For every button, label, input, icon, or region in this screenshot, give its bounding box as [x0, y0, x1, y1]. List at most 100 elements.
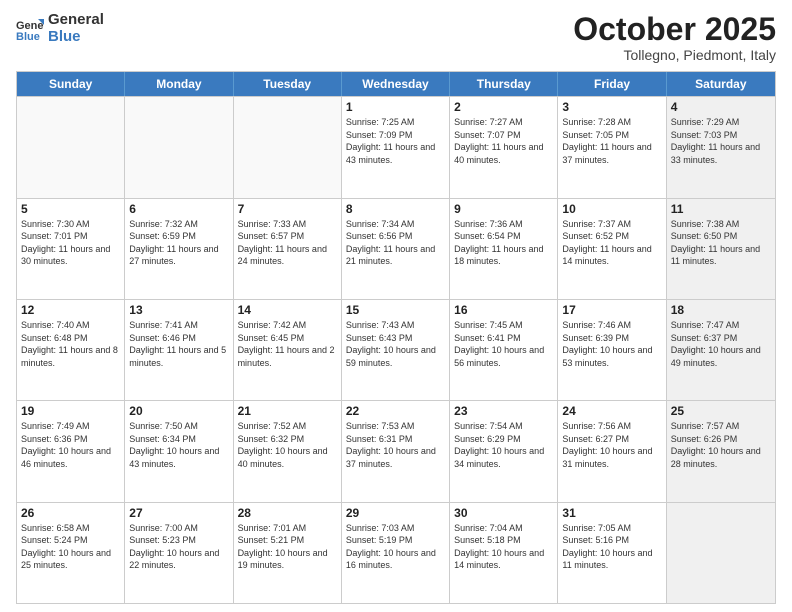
cal-cell-4: 4 Sunrise: 7:29 AM Sunset: 7:03 PM Daylig…	[667, 97, 775, 197]
day-info: Sunrise: 7:45 AM Sunset: 6:41 PM Dayligh…	[454, 319, 553, 369]
calendar-header: SundayMondayTuesdayWednesdayThursdayFrid…	[17, 72, 775, 96]
day-info: Sunrise: 7:46 AM Sunset: 6:39 PM Dayligh…	[562, 319, 661, 369]
cal-cell-13: 13 Sunrise: 7:41 AM Sunset: 6:46 PM Dayli…	[125, 300, 233, 400]
day-number: 12	[21, 303, 120, 317]
header: General Blue General Blue October 2025 T…	[16, 12, 776, 63]
day-number: 17	[562, 303, 661, 317]
logo-icon: General Blue	[16, 15, 44, 43]
logo: General Blue General Blue	[16, 12, 104, 45]
cal-cell-31: 31 Sunrise: 7:05 AM Sunset: 5:16 PM Dayli…	[558, 503, 666, 603]
day-info: Sunrise: 7:54 AM Sunset: 6:29 PM Dayligh…	[454, 420, 553, 470]
cal-cell-16: 16 Sunrise: 7:45 AM Sunset: 6:41 PM Dayli…	[450, 300, 558, 400]
cal-cell-22: 22Sunrise: 7:53 AM Sunset: 6:31 PM Dayli…	[342, 401, 450, 501]
day-number: 1	[346, 100, 445, 114]
cal-cell-14: 14 Sunrise: 7:42 AM Sunset: 6:45 PM Dayli…	[234, 300, 342, 400]
day-info: Sunrise: 7:30 AM Sunset: 7:01 PM Dayligh…	[21, 218, 120, 268]
title-block: October 2025 Tollegno, Piedmont, Italy	[573, 12, 776, 63]
cal-cell-6: 6 Sunrise: 7:32 AM Sunset: 6:59 PM Daylig…	[125, 199, 233, 299]
day-info: Sunrise: 7:33 AM Sunset: 6:57 PM Dayligh…	[238, 218, 337, 268]
day-info: Sunrise: 7:37 AM Sunset: 6:52 PM Dayligh…	[562, 218, 661, 268]
week-row-2: 5Sunrise: 7:30 AM Sunset: 7:01 PM Daylig…	[17, 198, 775, 299]
day-number: 9	[454, 202, 553, 216]
day-number: 28	[238, 506, 337, 520]
cal-cell-30: 30 Sunrise: 7:04 AM Sunset: 5:18 PM Dayli…	[450, 503, 558, 603]
day-info: Sunrise: 7:29 AM Sunset: 7:03 PM Dayligh…	[671, 116, 771, 166]
day-info: Sunrise: 7:47 AM Sunset: 6:37 PM Dayligh…	[671, 319, 771, 369]
day-number: 15	[346, 303, 445, 317]
day-number: 14	[238, 303, 337, 317]
cal-cell-24: 24 Sunrise: 7:56 AM Sunset: 6:27 PM Dayli…	[558, 401, 666, 501]
cal-cell-10: 10Sunrise: 7:37 AM Sunset: 6:52 PM Dayli…	[558, 199, 666, 299]
day-info: Sunrise: 7:27 AM Sunset: 7:07 PM Dayligh…	[454, 116, 553, 166]
day-number: 20	[129, 404, 228, 418]
day-number: 2	[454, 100, 553, 114]
day-info: Sunrise: 7:00 AM Sunset: 5:23 PM Dayligh…	[129, 522, 228, 572]
cal-cell-27: 27 Sunrise: 7:00 AM Sunset: 5:23 PM Dayli…	[125, 503, 233, 603]
day-number: 18	[671, 303, 771, 317]
cal-cell-1: 1 Sunrise: 7:25 AM Sunset: 7:09 PM Daylig…	[342, 97, 450, 197]
day-number: 19	[21, 404, 120, 418]
header-day-monday: Monday	[125, 72, 233, 96]
cal-cell-12: 12 Sunrise: 7:40 AM Sunset: 6:48 PM Dayli…	[17, 300, 125, 400]
day-number: 24	[562, 404, 661, 418]
header-day-thursday: Thursday	[450, 72, 558, 96]
day-info: Sunrise: 7:05 AM Sunset: 5:16 PM Dayligh…	[562, 522, 661, 572]
day-info: Sunrise: 7:56 AM Sunset: 6:27 PM Dayligh…	[562, 420, 661, 470]
day-number: 11	[671, 202, 771, 216]
cal-cell-8: 8Sunrise: 7:34 AM Sunset: 6:56 PM Daylig…	[342, 199, 450, 299]
logo-general: General	[48, 12, 104, 29]
day-info: Sunrise: 6:58 AM Sunset: 5:24 PM Dayligh…	[21, 522, 120, 572]
day-info: Sunrise: 7:52 AM Sunset: 6:32 PM Dayligh…	[238, 420, 337, 470]
month-title: October 2025	[573, 12, 776, 47]
day-info: Sunrise: 7:40 AM Sunset: 6:48 PM Dayligh…	[21, 319, 120, 369]
day-info: Sunrise: 7:53 AM Sunset: 6:31 PM Dayligh…	[346, 420, 445, 470]
day-number: 7	[238, 202, 337, 216]
week-row-5: 26 Sunrise: 6:58 AM Sunset: 5:24 PM Dayli…	[17, 502, 775, 603]
day-number: 23	[454, 404, 553, 418]
cal-cell-25: 25Sunrise: 7:57 AM Sunset: 6:26 PM Dayli…	[667, 401, 775, 501]
cal-cell-20: 20 Sunrise: 7:50 AM Sunset: 6:34 PM Dayli…	[125, 401, 233, 501]
day-number: 13	[129, 303, 228, 317]
day-number: 31	[562, 506, 661, 520]
day-info: Sunrise: 7:04 AM Sunset: 5:18 PM Dayligh…	[454, 522, 553, 572]
header-day-friday: Friday	[558, 72, 666, 96]
day-number: 4	[671, 100, 771, 114]
cal-cell-15: 15Sunrise: 7:43 AM Sunset: 6:43 PM Dayli…	[342, 300, 450, 400]
calendar: SundayMondayTuesdayWednesdayThursdayFrid…	[16, 71, 776, 604]
cal-cell-21: 21 Sunrise: 7:52 AM Sunset: 6:32 PM Dayli…	[234, 401, 342, 501]
day-info: Sunrise: 7:25 AM Sunset: 7:09 PM Dayligh…	[346, 116, 445, 166]
cal-cell-3: 3Sunrise: 7:28 AM Sunset: 7:05 PM Daylig…	[558, 97, 666, 197]
cal-cell-17: 17 Sunrise: 7:46 AM Sunset: 6:39 PM Dayli…	[558, 300, 666, 400]
day-number: 21	[238, 404, 337, 418]
day-info: Sunrise: 7:50 AM Sunset: 6:34 PM Dayligh…	[129, 420, 228, 470]
cal-cell-empty-1	[125, 97, 233, 197]
day-number: 6	[129, 202, 228, 216]
header-day-wednesday: Wednesday	[342, 72, 450, 96]
cal-cell-5: 5Sunrise: 7:30 AM Sunset: 7:01 PM Daylig…	[17, 199, 125, 299]
cal-cell-23: 23 Sunrise: 7:54 AM Sunset: 6:29 PM Dayli…	[450, 401, 558, 501]
week-row-1: 1 Sunrise: 7:25 AM Sunset: 7:09 PM Daylig…	[17, 96, 775, 197]
svg-text:Blue: Blue	[16, 31, 40, 43]
week-row-4: 19Sunrise: 7:49 AM Sunset: 6:36 PM Dayli…	[17, 400, 775, 501]
week-row-3: 12 Sunrise: 7:40 AM Sunset: 6:48 PM Dayli…	[17, 299, 775, 400]
day-info: Sunrise: 7:41 AM Sunset: 6:46 PM Dayligh…	[129, 319, 228, 369]
cal-cell-empty-0	[17, 97, 125, 197]
logo-blue: Blue	[48, 29, 104, 46]
day-number: 30	[454, 506, 553, 520]
day-number: 27	[129, 506, 228, 520]
header-day-sunday: Sunday	[17, 72, 125, 96]
cal-cell-9: 9Sunrise: 7:36 AM Sunset: 6:54 PM Daylig…	[450, 199, 558, 299]
day-info: Sunrise: 7:42 AM Sunset: 6:45 PM Dayligh…	[238, 319, 337, 369]
cal-cell-18: 18 Sunrise: 7:47 AM Sunset: 6:37 PM Dayli…	[667, 300, 775, 400]
day-info: Sunrise: 7:57 AM Sunset: 6:26 PM Dayligh…	[671, 420, 771, 470]
calendar-body: 1 Sunrise: 7:25 AM Sunset: 7:09 PM Daylig…	[17, 96, 775, 603]
day-number: 16	[454, 303, 553, 317]
day-number: 8	[346, 202, 445, 216]
cal-cell-29: 29Sunrise: 7:03 AM Sunset: 5:19 PM Dayli…	[342, 503, 450, 603]
day-info: Sunrise: 7:01 AM Sunset: 5:21 PM Dayligh…	[238, 522, 337, 572]
day-number: 26	[21, 506, 120, 520]
logo-text: General Blue	[48, 12, 104, 45]
day-info: Sunrise: 7:38 AM Sunset: 6:50 PM Dayligh…	[671, 218, 771, 268]
day-info: Sunrise: 7:32 AM Sunset: 6:59 PM Dayligh…	[129, 218, 228, 268]
cal-cell-empty-2	[234, 97, 342, 197]
